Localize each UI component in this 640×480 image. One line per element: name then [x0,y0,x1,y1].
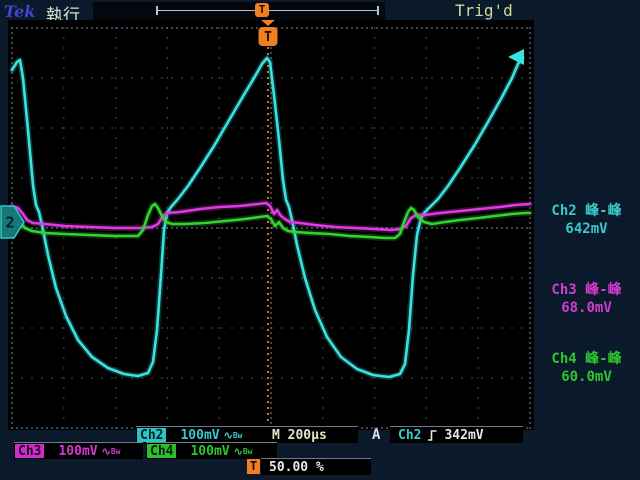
trigger-readout[interactable]: Ch2 342mV [390,426,523,443]
ch4-scale-readout[interactable]: Ch4 100mV ∿ Bw [146,442,277,459]
trigger-position-icon[interactable]: T [255,3,269,17]
top-status-bar: Tek 執行 T Trig'd [0,0,640,22]
oscilloscope-screen: Tek 執行 T Trig'd T 2 Ch2 峰-峰 642mV Ch3 峰 [0,0,640,480]
trigger-mode-label: A [372,427,380,443]
ch3-scale-value: 100mV [58,444,97,459]
acquisition-position-strip: T [93,2,385,20]
ch3-scale-readout[interactable]: Ch3 100mV ∿ Bw [14,442,143,459]
ch3-bandwidth-icon: Bw [111,447,121,456]
ch4-bandwidth-icon: Bw [243,447,253,456]
ch2-bandwidth-icon: Bw [233,431,243,440]
measurement-ch4-value: 60.0mV [535,368,638,386]
measurement-ch3-pkpk: Ch3 峰-峰 68.0mV [535,281,638,317]
measurement-ch4-label: Ch4 峰-峰 [535,350,638,368]
horizontal-position-readout: 50.00 % [261,458,371,475]
ch2-badge[interactable]: Ch2 [137,428,166,442]
ch4-badge[interactable]: Ch4 [147,444,176,458]
ch2-coupling-icon: ∿ [224,429,233,442]
timebase-value: M 200µs [272,428,327,443]
trigger-source-label: Ch2 [398,428,421,443]
measurement-ch2-label: Ch2 峰-峰 [535,202,638,220]
ch2-scale-readout[interactable]: Ch2 100mV ∿ Bw [136,426,266,443]
measurement-ch3-label: Ch3 峰-峰 [535,281,638,299]
measurement-ch3-value: 68.0mV [535,299,638,317]
tek-logo: Tek [4,2,35,21]
acquisition-bracket-right [377,6,379,15]
measurement-ch2-pkpk: Ch2 峰-峰 642mV [535,202,638,238]
measurement-ch4-pkpk: Ch4 峰-峰 60.0mV [535,350,638,386]
svg-text:T: T [264,30,272,45]
horizontal-position-icon[interactable]: T [247,459,260,474]
measurement-ch2-value: 642mV [535,220,638,238]
ch4-coupling-icon: ∿ [234,445,243,458]
rising-edge-icon [427,429,438,442]
ch3-coupling-icon: ∿ [102,445,111,458]
ch3-badge[interactable]: Ch3 [15,444,44,458]
trigger-status-label: Trig'd [455,1,513,20]
timebase-readout[interactable]: M 200µs [266,426,358,443]
ch2-scale-value: 100mV [180,428,219,443]
svg-text:2: 2 [5,214,14,232]
ch4-scale-value: 100mV [190,444,229,459]
horizontal-position-value: 50.00 % [269,460,324,475]
trigger-level-value: 342mV [444,428,483,443]
